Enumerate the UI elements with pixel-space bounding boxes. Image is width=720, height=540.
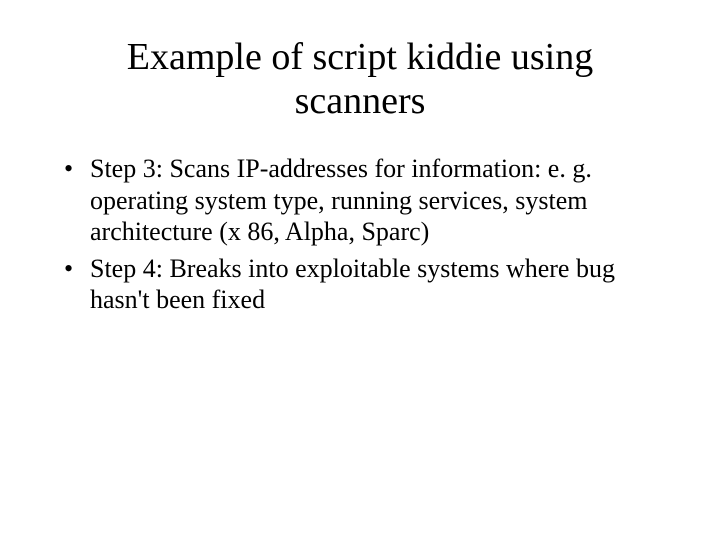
list-item: Step 4: Breaks into exploitable systems … — [62, 253, 670, 315]
list-item: Step 3: Scans IP-addresses for informati… — [62, 153, 670, 247]
bullet-list: Step 3: Scans IP-addresses for informati… — [50, 153, 670, 315]
slide-title: Example of script kiddie using scanners — [50, 36, 670, 123]
